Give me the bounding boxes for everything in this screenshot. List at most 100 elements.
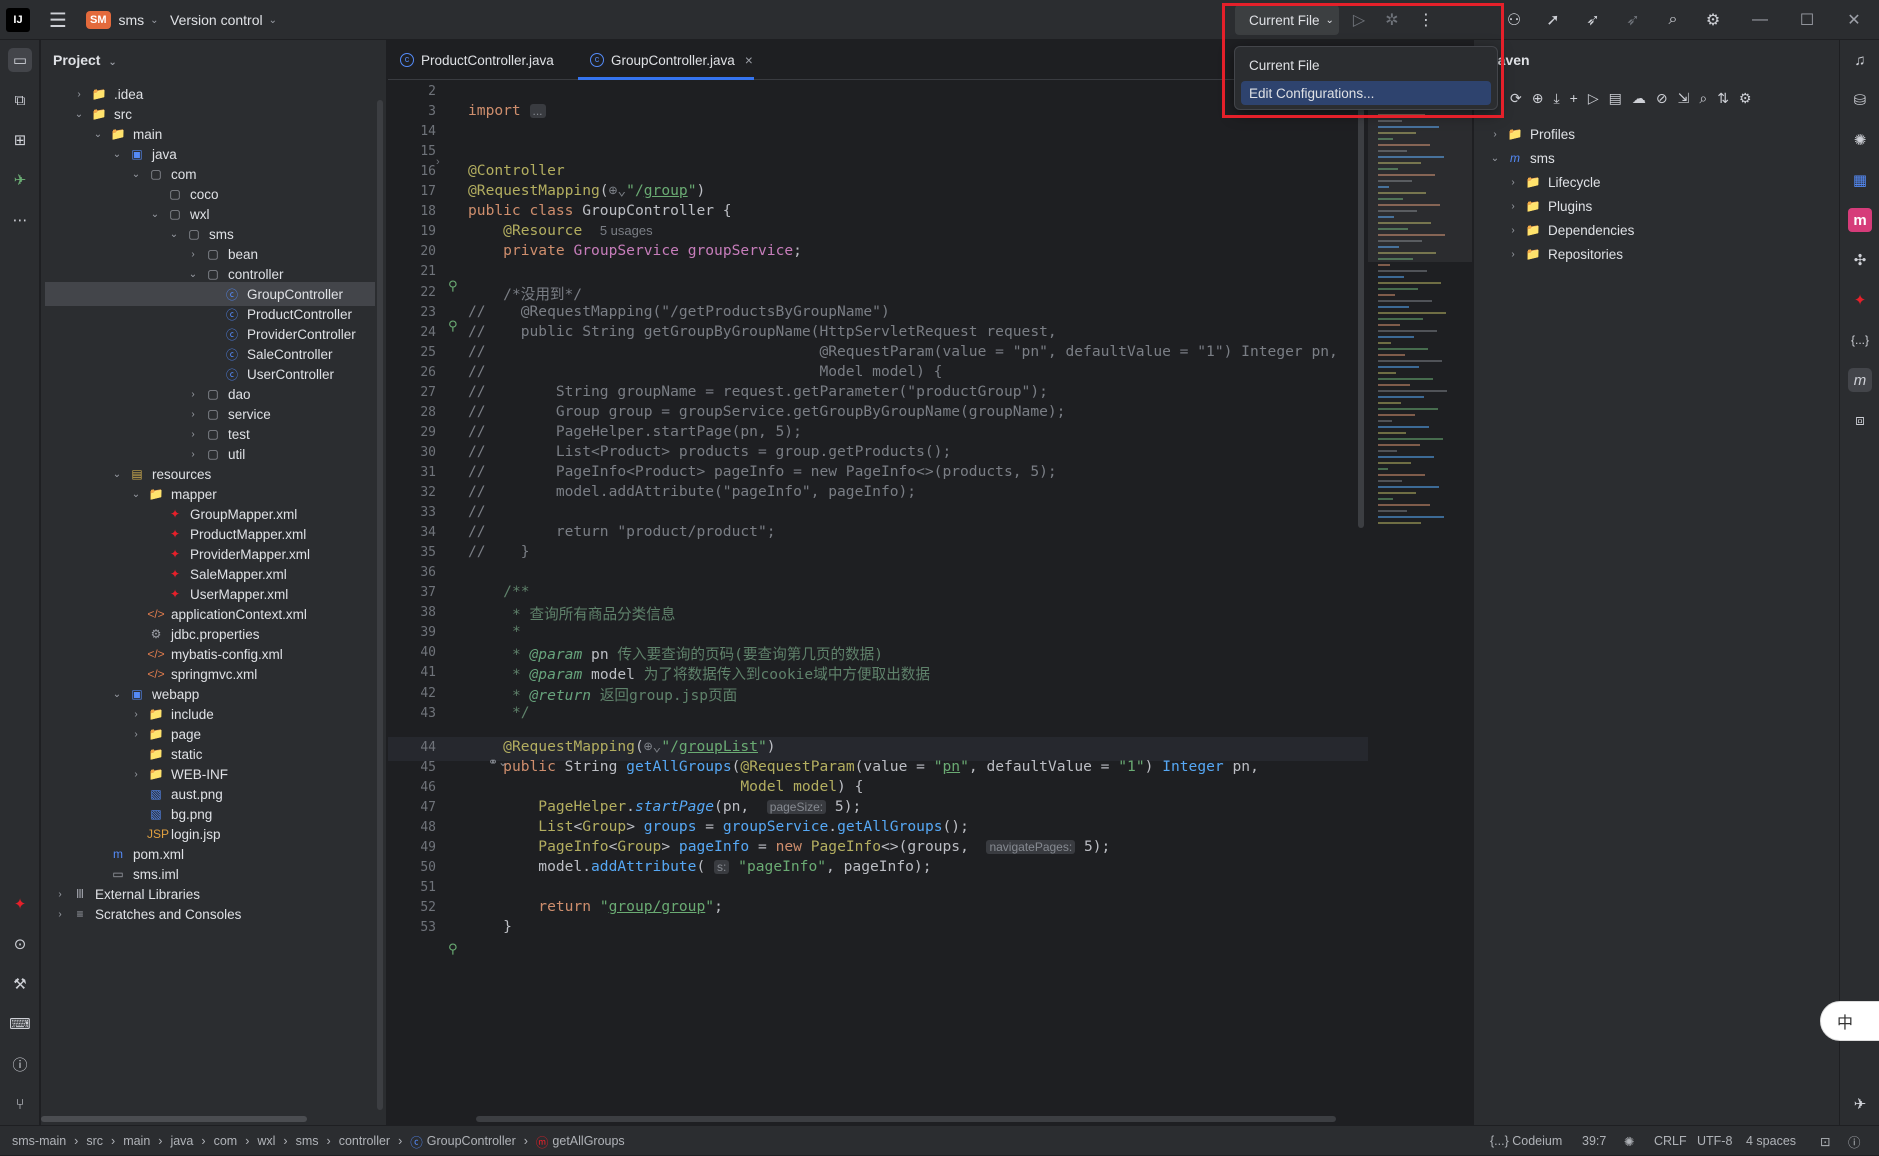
markdown-m-icon[interactable]: m (1848, 208, 1872, 232)
code-line[interactable]: List<Group> groups = groupService.getAll… (468, 818, 969, 835)
chevron-down-icon[interactable]: ⌄ (129, 169, 143, 180)
fold-arrow-icon[interactable]: › (436, 156, 440, 168)
chevron-right-icon[interactable]: › (186, 449, 200, 460)
chevron-right-icon[interactable]: › (53, 909, 67, 920)
code-line[interactable]: public class GroupController { (468, 202, 732, 219)
breadcrumb-item[interactable]: wxl (257, 1134, 275, 1148)
code-with-me-icon[interactable]: ⚇ (1502, 8, 1526, 32)
build-hammer-icon[interactable]: ⚒ (8, 972, 32, 996)
execute-goal-icon[interactable]: ▤ (1609, 90, 1622, 107)
project-selector[interactable]: SM sms ⌄ (86, 0, 159, 40)
breadcrumb-item[interactable]: getAllGroups (552, 1134, 624, 1148)
code-line[interactable]: public String getAllGroups(@RequestParam… (468, 758, 1259, 775)
spring-bean-gutter-icon[interactable]: ⚲ (448, 318, 458, 334)
chevron-right-icon[interactable]: › (72, 89, 86, 100)
code-line[interactable]: @Resource 5 usages (468, 222, 652, 239)
tree-item[interactable]: › ≡ Scratches and Consoles (45, 902, 375, 926)
chevron-down-icon[interactable]: ⌄ (186, 269, 200, 280)
download-icon[interactable]: ⤓ (1553, 90, 1559, 107)
chevron-right-icon[interactable]: › (186, 409, 200, 420)
offline-icon[interactable]: ☁ (1632, 90, 1646, 107)
maven-settings-icon[interactable]: ⚙ (1739, 90, 1752, 107)
notifications-bell-icon[interactable]: ♫ (1848, 48, 1872, 72)
code-minimap[interactable] (1368, 108, 1472, 568)
chevron-right-icon[interactable]: › (53, 889, 67, 900)
code-line[interactable]: // List<Product> products = group.getPro… (468, 443, 951, 460)
codeium-icon[interactable]: ✣ (1848, 248, 1872, 272)
problems-icon[interactable]: ⓘ (8, 1052, 32, 1076)
chevron-right-icon[interactable]: › (186, 249, 200, 260)
main-menu-icon[interactable]: ☰ (46, 8, 70, 32)
code-line[interactable]: model.addAttribute( s: "pageInfo", pageI… (468, 858, 931, 875)
code-line[interactable]: // PageInfo<Product> pageInfo = new Page… (468, 463, 1057, 480)
codeium-status[interactable]: {...} Codeium (1490, 1126, 1562, 1156)
editor-horizontal-scrollbar[interactable] (476, 1116, 1336, 1122)
maven-tool-icon[interactable]: m (1848, 368, 1872, 392)
chevron-right-icon[interactable]: › (1506, 201, 1520, 212)
maven-tree-item[interactable]: › 📁 Dependencies (1506, 218, 1634, 242)
code-line[interactable]: // Model model) { (468, 363, 942, 380)
rocket-disabled-icon[interactable]: ➶ (1621, 8, 1645, 32)
collapse-icon[interactable]: ⇲ (1678, 90, 1690, 107)
code-line[interactable]: import ... (468, 102, 546, 119)
document-icon[interactable]: ▦ (1848, 168, 1872, 192)
maximize-icon[interactable]: ☐ (1795, 8, 1819, 32)
close-tab-icon[interactable]: × (745, 53, 753, 68)
code-line[interactable]: @Controller (468, 162, 565, 179)
chevron-right-icon[interactable]: › (1506, 177, 1520, 188)
more-tools-icon[interactable]: ⋯ (8, 208, 32, 232)
code-line[interactable]: } (468, 918, 512, 935)
code-line[interactable]: // @RequestParam(value = "pn", defaultVa… (468, 343, 1338, 360)
code-line[interactable]: PageInfo<Group> pageInfo = new PageInfo<… (468, 838, 1110, 855)
code-line[interactable]: PageHelper.startPage(pn, pageSize: 5); (468, 798, 861, 815)
maven-tree-item[interactable]: › 📁 Repositories (1506, 242, 1623, 266)
code-line[interactable]: * 查询所有商品分类信息 (468, 603, 676, 624)
editor-vertical-scrollbar[interactable] (1358, 108, 1364, 528)
vertical-scrollbar[interactable] (377, 100, 383, 1110)
code-line[interactable]: // return "product/product"; (468, 523, 776, 540)
breadcrumb-item[interactable]: sms (296, 1134, 319, 1148)
code-line[interactable]: // PageHelper.startPage(pn, 5); (468, 423, 802, 440)
analyze-icon[interactable]: ⌕ (1699, 90, 1707, 107)
breadcrumb-item[interactable]: sms-main (12, 1134, 66, 1148)
caret-position[interactable]: 39:7 (1582, 1126, 1606, 1156)
close-window-icon[interactable]: ✕ (1842, 8, 1866, 32)
lock-icon[interactable]: ⊡ (1820, 1126, 1830, 1156)
code-line[interactable]: /*没用到*/ (468, 283, 582, 304)
plus-icon[interactable]: + (1570, 90, 1578, 107)
git-branch-icon[interactable]: ⑂ (8, 1092, 32, 1116)
breadcrumb-item[interactable]: controller (339, 1134, 390, 1148)
code-line[interactable]: * @param pn 传入要查询的页码(要查询第几页的数据) (468, 643, 883, 664)
chevron-down-icon[interactable]: ⌄ (1488, 153, 1502, 164)
code-line[interactable]: // @RequestMapping("/getProductsByGroupN… (468, 303, 890, 320)
intellij-logo-icon[interactable]: IJ (6, 8, 30, 32)
breadcrumb-item[interactable]: java (170, 1134, 193, 1148)
mybatis-bird-icon[interactable]: ✦ (1848, 288, 1872, 312)
deploy-icon[interactable]: ➚ (1541, 8, 1565, 32)
services-icon[interactable]: ⊙ (8, 932, 32, 956)
horizontal-scrollbar[interactable] (41, 1116, 307, 1122)
code-line[interactable]: @RequestMapping(⊕⌄"/groupList") (468, 738, 775, 755)
code-line[interactable]: * @return 返回group.jsp页面 (468, 684, 737, 705)
ime-indicator[interactable]: 中 (1820, 1001, 1879, 1041)
chevron-right-icon[interactable]: › (1506, 225, 1520, 236)
jrebel-icon[interactable]: ✈ (1848, 1092, 1872, 1116)
code-line[interactable]: private GroupService groupService; (468, 242, 802, 259)
chevron-right-icon[interactable]: › (1488, 129, 1502, 140)
project-tool-icon[interactable]: ▭ (8, 48, 32, 72)
search-icon[interactable]: ⌕ (1661, 8, 1685, 32)
structure-tool-icon[interactable]: ⊞ (8, 128, 32, 152)
maven-tree-item[interactable]: ⌄ m sms (1488, 146, 1555, 170)
code-line[interactable]: @RequestMapping(⊕⌄"/group") (468, 182, 705, 199)
settings-gear-icon[interactable]: ⚙ (1701, 8, 1725, 32)
chevron-down-icon[interactable]: ⌄ (148, 209, 162, 220)
chevron-down-icon[interactable]: ⌄ (129, 489, 143, 500)
indent-setting[interactable]: 4 spaces (1746, 1126, 1796, 1156)
breadcrumb-item[interactable]: main (123, 1134, 150, 1148)
maven-tree-item[interactable]: › 📁 Lifecycle (1506, 170, 1600, 194)
code-line[interactable]: // Group group = groupService.getGroupBy… (468, 403, 1065, 420)
ai-status-icon[interactable]: ✺ (1624, 1126, 1634, 1156)
code-line[interactable]: * (468, 623, 521, 640)
code-line[interactable]: // model.addAttribute("pageInfo", pageIn… (468, 483, 916, 500)
chevron-right-icon[interactable]: › (186, 389, 200, 400)
